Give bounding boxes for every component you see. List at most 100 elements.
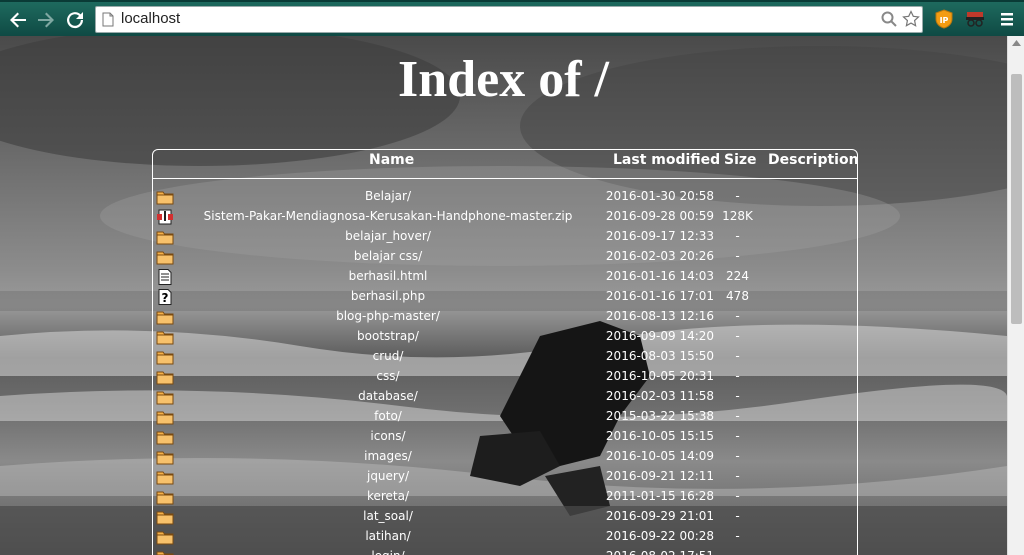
file-row: bootstrap/2016-09-09 14:20 - bbox=[153, 327, 857, 347]
file-rows: Belajar/2016-01-30 20:58 - Sistem-Pakar-Me… bbox=[153, 187, 857, 555]
file-name-link[interactable]: lat_soal/ bbox=[193, 509, 583, 523]
listing-header: Name Last modified Size Description bbox=[153, 150, 859, 178]
file-last-modified: 2016-10-05 20:31 bbox=[605, 369, 715, 383]
column-header-size[interactable]: Size bbox=[724, 152, 757, 168]
folder-icon bbox=[156, 409, 174, 425]
file-name-link[interactable]: berhasil.php bbox=[193, 289, 583, 303]
file-last-modified: 2011-01-15 16:28 bbox=[605, 489, 715, 503]
file-name-link[interactable]: icons/ bbox=[193, 429, 583, 443]
browser-toolbar: localhost IP bbox=[0, 0, 1024, 36]
page-icon bbox=[102, 12, 114, 27]
file-size: - bbox=[735, 229, 740, 243]
file-row: login/2016-08-02 17:51- bbox=[153, 547, 857, 555]
folder-icon bbox=[156, 529, 174, 545]
file-size: - bbox=[735, 249, 740, 263]
folder-icon bbox=[156, 489, 174, 505]
file-row: berhasil.html 2016-01-16 14:03 224 bbox=[153, 267, 857, 287]
file-size: 128K bbox=[722, 209, 753, 223]
file-row: latihan/2016-09-22 00:28 - bbox=[153, 527, 857, 547]
folder-icon bbox=[156, 429, 174, 445]
folder-icon bbox=[156, 369, 174, 385]
file-size: - bbox=[735, 349, 740, 363]
file-last-modified: 2016-08-02 17:51 bbox=[598, 549, 722, 555]
directory-listing: Name Last modified Size Description Bela… bbox=[152, 149, 859, 555]
unknown-file-icon: ? bbox=[156, 289, 174, 305]
file-size: - bbox=[735, 369, 740, 383]
file-name-link[interactable]: crud/ bbox=[193, 349, 583, 363]
file-row: Belajar/2016-01-30 20:58 - bbox=[153, 187, 857, 207]
file-name-link[interactable]: login/ bbox=[193, 549, 583, 555]
folder-icon bbox=[156, 249, 174, 265]
file-size: - bbox=[735, 389, 740, 403]
file-name-link[interactable]: css/ bbox=[193, 369, 583, 383]
file-row: kereta/2011-01-15 16:28 - bbox=[153, 487, 857, 507]
column-header-description[interactable]: Description bbox=[768, 152, 859, 168]
folder-icon bbox=[156, 329, 174, 345]
file-name-link[interactable]: Sistem-Pakar-Mendiagnosa-Kerusakan-Handp… bbox=[193, 209, 583, 223]
address-bar[interactable]: localhost bbox=[95, 6, 923, 33]
vertical-scrollbar[interactable] bbox=[1007, 36, 1024, 555]
svg-text:IP: IP bbox=[940, 16, 949, 25]
file-name-link[interactable]: foto/ bbox=[193, 409, 583, 423]
file-last-modified: 2016-09-29 21:01 bbox=[605, 509, 715, 523]
url-text[interactable]: localhost bbox=[121, 10, 180, 27]
file-row: belajar css/2016-02-03 20:26 - bbox=[153, 247, 857, 267]
scrollbar-thumb[interactable] bbox=[1011, 74, 1022, 324]
header-divider bbox=[153, 178, 857, 179]
file-name-link[interactable]: bootstrap/ bbox=[193, 329, 583, 343]
file-row: images/2016-10-05 14:09 - bbox=[153, 447, 857, 467]
file-row: ? berhasil.php 2016-01-16 17:01 478 bbox=[153, 287, 857, 307]
file-row: jquery/2016-09-21 12:11 - bbox=[153, 467, 857, 487]
column-header-last-modified[interactable]: Last modified bbox=[613, 152, 720, 168]
arrow-left-icon[interactable] bbox=[6, 8, 30, 32]
ip-extension-icon[interactable]: IP bbox=[934, 9, 954, 29]
archive-icon bbox=[156, 209, 174, 225]
file-last-modified: 2016-10-05 14:09 bbox=[605, 449, 715, 463]
file-name-link[interactable]: database/ bbox=[193, 389, 583, 403]
file-row: lat_soal/2016-09-29 21:01 - bbox=[153, 507, 857, 527]
file-name-link[interactable]: Belajar/ bbox=[193, 189, 583, 203]
arrow-right-icon[interactable] bbox=[34, 8, 58, 32]
file-name-link[interactable]: jquery/ bbox=[193, 469, 583, 483]
search-icon[interactable] bbox=[880, 10, 898, 28]
folder-icon bbox=[156, 189, 174, 205]
incognito-extension-icon[interactable] bbox=[965, 9, 985, 29]
file-size: 478 bbox=[726, 289, 749, 303]
file-name-link[interactable]: belajar css/ bbox=[193, 249, 583, 263]
column-header-name[interactable]: Name bbox=[369, 152, 414, 168]
bookmark-star-icon[interactable] bbox=[902, 10, 920, 28]
file-name-link[interactable]: latihan/ bbox=[193, 529, 583, 543]
folder-icon bbox=[156, 349, 174, 365]
scroll-up-arrow-icon[interactable] bbox=[1012, 40, 1021, 46]
file-size: - bbox=[735, 189, 740, 203]
reload-icon[interactable] bbox=[63, 8, 87, 32]
file-name-link[interactable]: berhasil.html bbox=[193, 269, 583, 283]
file-name-link[interactable]: images/ bbox=[193, 449, 583, 463]
file-last-modified: 2016-08-13 12:16 bbox=[605, 309, 715, 323]
file-last-modified: 2016-08-03 15:50 bbox=[605, 349, 715, 363]
file-size: - bbox=[735, 309, 740, 323]
svg-text:?: ? bbox=[162, 291, 169, 305]
file-size: - bbox=[735, 489, 740, 503]
page-viewport: Index of / Name Last modified Size Descr… bbox=[0, 36, 1007, 555]
file-last-modified: 2016-01-16 17:01 bbox=[605, 289, 715, 303]
file-row: crud/2016-08-03 15:50 - bbox=[153, 347, 857, 367]
file-name-link[interactable]: belajar_hover/ bbox=[193, 229, 583, 243]
hamburger-menu-icon[interactable] bbox=[997, 9, 1017, 29]
folder-icon bbox=[156, 469, 174, 485]
file-last-modified: 2016-02-03 11:58 bbox=[605, 389, 715, 403]
file-size: - bbox=[735, 449, 740, 463]
file-size: - bbox=[735, 469, 740, 483]
file-name-link[interactable]: blog-php-master/ bbox=[193, 309, 583, 323]
folder-icon bbox=[156, 449, 174, 465]
file-size: - bbox=[735, 529, 740, 543]
folder-icon bbox=[156, 229, 174, 245]
file-last-modified: 2016-09-21 12:11 bbox=[605, 469, 715, 483]
file-last-modified: 2016-10-05 15:15 bbox=[605, 429, 715, 443]
file-size: - bbox=[735, 509, 740, 523]
file-last-modified: 2016-09-28 00:59 bbox=[605, 209, 715, 223]
file-name-link[interactable]: kereta/ bbox=[193, 489, 583, 503]
text-file-icon bbox=[156, 269, 174, 285]
file-size: - bbox=[735, 409, 740, 423]
folder-icon bbox=[156, 389, 174, 405]
